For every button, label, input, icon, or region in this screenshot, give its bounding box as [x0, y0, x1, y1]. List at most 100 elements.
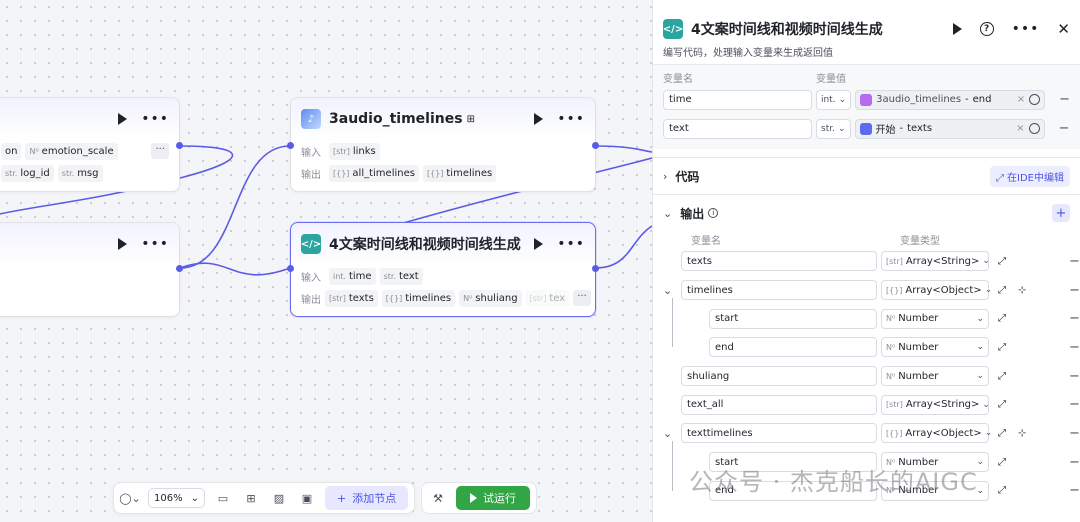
expand-editor-icon[interactable]: ⤢: [998, 342, 1008, 353]
image-icon[interactable]: ▨: [269, 488, 289, 508]
code-icon: </>: [301, 234, 321, 254]
output-type-select[interactable]: N⁰ Number ⌄: [881, 308, 989, 329]
remove-icon[interactable]: −: [1069, 311, 1080, 326]
output-type-select[interactable]: [str] Array<String> ⌄: [881, 394, 990, 415]
expand-editor-icon[interactable]: ⤢: [998, 371, 1008, 382]
edit-in-ide-button[interactable]: ⤢ 在IDE中编辑: [989, 165, 1070, 187]
add-child-icon[interactable]: ⊹: [1018, 285, 1028, 296]
remove-icon[interactable]: −: [1069, 455, 1080, 470]
expand-editor-icon[interactable]: ⤢: [998, 313, 1008, 324]
remove-icon[interactable]: −: [1069, 283, 1080, 298]
clear-icon[interactable]: ×: [1017, 94, 1025, 105]
reference-field[interactable]: 3audio_timelines - end ×: [855, 89, 1046, 110]
output-name-field[interactable]: shuliang: [681, 366, 877, 387]
output-name-field[interactable]: text_all: [681, 394, 877, 415]
output-row: start N⁰ Number ⌄ ⤢ −: [663, 304, 1080, 333]
output-type-select[interactable]: [{}] Array<Object> ⌄: [881, 423, 992, 444]
node-title: 4文案时间线和视频时间线生成: [329, 237, 521, 253]
target-icon[interactable]: [1029, 94, 1041, 105]
type-select[interactable]: int. ⌄: [815, 89, 852, 110]
play-icon[interactable]: [952, 23, 962, 35]
input-variables: 变量名 变量值 time int. ⌄ 3audio_timelines - en…: [653, 65, 1080, 149]
output-name-field[interactable]: end: [709, 337, 877, 358]
play-icon[interactable]: [534, 238, 544, 250]
remove-icon[interactable]: −: [1069, 397, 1080, 412]
layout-icon[interactable]: ⊞: [241, 488, 261, 508]
remove-icon[interactable]: −: [1069, 483, 1080, 498]
more-icon[interactable]: •••: [557, 112, 585, 126]
comment-icon[interactable]: ▭: [213, 488, 233, 508]
play-icon[interactable]: [118, 238, 128, 250]
target-icon[interactable]: [1028, 123, 1040, 134]
test-run-button[interactable]: 试运行: [456, 486, 530, 510]
more-tags-button[interactable]: ···: [151, 143, 169, 159]
more-icon[interactable]: •••: [141, 112, 169, 126]
type-select[interactable]: str. ⌄: [816, 118, 851, 139]
expand-editor-icon[interactable]: ⤢: [998, 285, 1008, 296]
input-port[interactable]: [287, 265, 294, 272]
close-icon[interactable]: ✕: [1057, 20, 1070, 38]
more-icon[interactable]: •••: [1012, 22, 1040, 36]
remove-icon[interactable]: −: [1059, 121, 1070, 136]
variable-tag: [{}] timelines: [422, 164, 497, 182]
chevron-down-icon[interactable]: ⌄: [663, 284, 681, 297]
remove-icon[interactable]: −: [1069, 426, 1080, 441]
output-name-field[interactable]: start: [709, 308, 877, 329]
expand-editor-icon[interactable]: ⤢: [998, 485, 1008, 496]
more-icon[interactable]: •••: [141, 237, 169, 251]
node-left-bottom[interactable]: •••: [0, 222, 183, 317]
reference-field[interactable]: 开始 - texts ×: [854, 118, 1045, 139]
workflow-canvas[interactable]: ••• on N⁰ emotion_scale ··· str. log_id st…: [0, 0, 652, 522]
expand-editor-icon[interactable]: ⤢: [998, 457, 1008, 468]
chevron-down-icon[interactable]: ⌄: [663, 427, 681, 440]
output-row: texts [str] Array<String> ⌄ ⤢ −: [663, 247, 1080, 276]
node-left-top[interactable]: ••• on N⁰ emotion_scale ··· str. log_id st…: [0, 97, 183, 192]
wrench-icon[interactable]: ⚒: [428, 488, 448, 508]
output-port[interactable]: [176, 142, 183, 149]
play-icon[interactable]: [534, 113, 544, 125]
output-name-field[interactable]: texttimelines: [681, 423, 877, 444]
node-input-row: on N⁰ emotion_scale ···: [0, 140, 179, 162]
zoom-select[interactable]: 106% ⌄: [148, 488, 205, 508]
node-audio-timelines[interactable]: ♪ 3audio_timelines ⊞ ••• 输入 [str] links 输…: [287, 97, 599, 192]
mouse-mode-icon[interactable]: ◯⌄: [119, 488, 141, 508]
remove-icon[interactable]: −: [1069, 254, 1080, 269]
header-var-type: 变量类型: [900, 235, 940, 247]
expand-editor-icon[interactable]: ⤢: [998, 428, 1008, 439]
minimap-icon[interactable]: ▣: [297, 488, 317, 508]
variable-name-field[interactable]: time: [663, 89, 812, 110]
remove-icon[interactable]: −: [1069, 369, 1080, 384]
node-header: •••: [0, 223, 179, 265]
type-value: str.: [821, 123, 835, 134]
info-icon[interactable]: i: [708, 208, 719, 218]
variable-name-field[interactable]: text: [663, 118, 812, 139]
expand-editor-icon[interactable]: ⤢: [998, 256, 1008, 267]
output-section[interactable]: ⌄ 输出 i +: [653, 194, 1080, 231]
variable-tag: [str] links: [329, 142, 380, 160]
more-tags-button[interactable]: ···: [573, 290, 591, 306]
remove-icon[interactable]: −: [1059, 92, 1070, 107]
add-node-button[interactable]: + 添加节点: [324, 486, 409, 510]
node-code[interactable]: </> 4文案时间线和视频时间线生成 ••• 输入 int. time str. t…: [287, 222, 599, 317]
output-headers: 变量名 变量类型: [663, 231, 1070, 247]
output-name-field[interactable]: timelines: [681, 280, 877, 301]
output-name-field[interactable]: texts: [681, 251, 877, 272]
clear-icon[interactable]: ×: [1016, 123, 1024, 134]
expand-editor-icon[interactable]: ⤢: [998, 399, 1008, 410]
output-port[interactable]: [592, 142, 599, 149]
output-type-select[interactable]: N⁰ Number ⌄: [881, 366, 989, 387]
output-port[interactable]: [176, 265, 183, 272]
play-icon[interactable]: [118, 113, 128, 125]
output-type-select[interactable]: [{}] Array<Object> ⌄: [881, 280, 992, 301]
code-section[interactable]: › 代码 ⤢ 在IDE中编辑: [653, 157, 1080, 194]
more-icon[interactable]: •••: [557, 237, 585, 251]
output-port[interactable]: [592, 265, 599, 272]
remove-icon[interactable]: −: [1069, 340, 1080, 355]
output-type-select[interactable]: [str] Array<String> ⌄: [881, 251, 990, 272]
help-icon[interactable]: ?: [979, 22, 994, 36]
input-port[interactable]: [287, 142, 294, 149]
add-output-button[interactable]: +: [1052, 204, 1070, 222]
output-type-select[interactable]: N⁰ Number ⌄: [881, 337, 989, 358]
add-child-icon[interactable]: ⊹: [1018, 428, 1028, 439]
zoom-value: 106%: [154, 492, 183, 504]
